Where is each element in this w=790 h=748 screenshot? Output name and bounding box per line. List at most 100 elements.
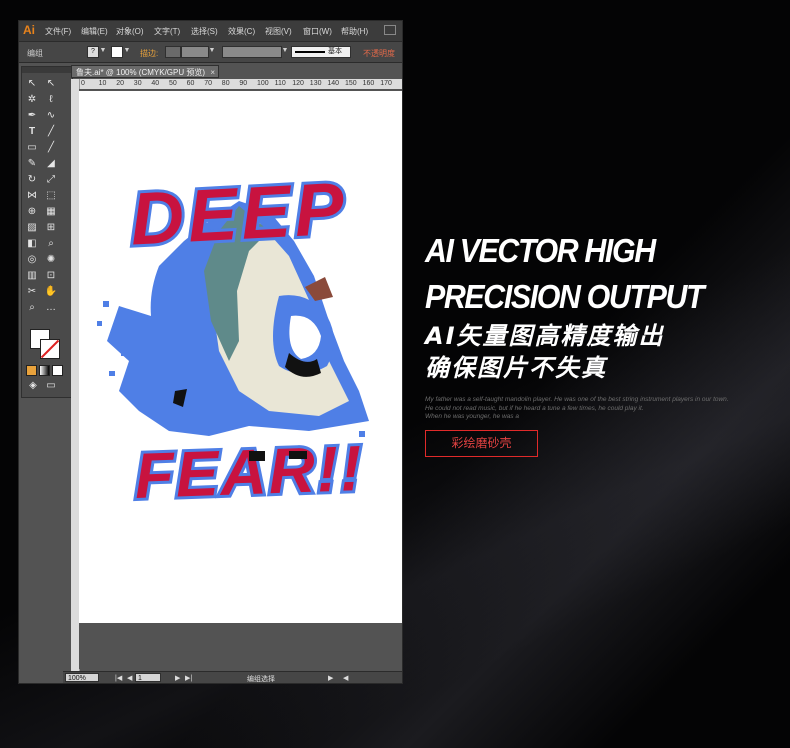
none-mode-icon[interactable] [52,365,63,376]
artboard-tool-icon[interactable]: ⊡ [44,269,58,282]
previous-artboard-icon[interactable]: ◀ [127,674,132,682]
direct-selection-tool-icon[interactable]: ↖ [44,77,58,90]
headline-cn-line-2: 确保图片不失真 [425,354,607,382]
mesh-tool-icon[interactable]: ⊞ [44,221,58,234]
chevron-down-icon[interactable]: ▼ [123,46,131,56]
headline-en-line-2: PRECISION OUTPUT [425,278,705,315]
menu-window[interactable]: 窗口(W) [303,26,332,37]
body-copy: My father was a self-taught mandolin pla… [425,396,785,422]
paintbrush-tool-icon[interactable]: ╱ [44,141,58,154]
rotate-tool-icon[interactable]: ↻ [25,173,39,186]
status-menu-icon[interactable]: ▶ [328,674,333,682]
product-tag-button[interactable]: 彩绘磨砂壳 [425,430,538,457]
curvature-tool-icon[interactable]: ∿ [44,109,58,122]
symbol-sprayer-tool-icon[interactable]: ✺ [44,253,58,266]
selection-type-label: 编组 [27,49,43,58]
column-graph-tool-icon[interactable]: ▥ [25,269,39,282]
selection-tool-icon[interactable]: ↖ [25,77,39,90]
color-mode-icon[interactable] [26,365,37,376]
ai-logo: Ai [23,23,35,37]
ruler-tick-label: 50 [169,80,177,87]
zoom-tool-icon[interactable]: ⌕ [25,301,39,314]
brush-label: 基本 [328,48,342,55]
slice-tool-icon[interactable]: ✂ [25,285,39,298]
first-artboard-icon[interactable]: |◀ [115,674,122,682]
menu-effect[interactable]: 效果(C) [228,26,255,37]
pen-tool-icon[interactable]: ✒ [25,109,39,122]
ruler-tick-label: 100 [257,80,269,87]
canvas-area[interactable]: DEEP FEAR!! [79,89,402,669]
body-line: When he was younger, he was a [425,413,519,420]
menu-view[interactable]: 视图(V) [265,26,292,37]
last-artboard-icon[interactable]: ▶| [185,674,192,682]
zoom-field[interactable]: 100% [65,673,99,682]
opacity-label[interactable]: 不透明度 [363,48,395,59]
chevron-down-icon[interactable]: ▼ [281,46,289,56]
menu-help[interactable]: 帮助(H) [341,26,368,37]
stroke-label[interactable]: 描边: [140,48,158,59]
artboard[interactable]: DEEP FEAR!! [79,91,402,623]
draw-mode-icon[interactable]: ◈ [26,379,40,392]
menu-edit[interactable]: 编辑(E) [81,26,108,37]
next-artboard-icon[interactable]: ▶ [175,674,180,682]
artwork-bottom-text: FEAR!! [133,432,364,512]
artwork-deep-fear[interactable]: DEEP FEAR!! [79,91,402,623]
free-transform-tool-icon[interactable]: ⬚ [44,189,58,202]
stroke-weight-stepper[interactable] [165,46,181,58]
chevron-down-icon[interactable]: ▼ [208,46,216,56]
gradient-tool-icon[interactable]: ◧ [25,237,39,250]
variable-width-dropdown[interactable] [222,46,282,58]
ruler-tick-label: 160 [362,80,375,87]
blend-tool-icon[interactable]: ◎ [25,253,39,266]
menu-object[interactable]: 对象(O) [116,26,144,37]
tool-status-text: 编组选择 [247,676,275,683]
hero-headline: AI VECTOR HIGH PRECISION OUTPUT AI矢量图高精度… [425,228,785,384]
line-tool-icon[interactable]: ╱ [44,125,58,138]
document-tab[interactable]: 鲁夫.ai* @ 100% (CMYK/GPU 预览) × [71,65,219,78]
stroke-swatch-icon[interactable] [111,46,123,58]
ruler-tick-label: 90 [239,80,248,87]
shaper-tool-icon[interactable]: ✎ [25,157,39,170]
scale-tool-icon[interactable]: ⤢ [44,173,58,186]
ruler-tick-label: 80 [221,80,230,87]
chevron-down-icon[interactable]: ▼ [99,46,107,56]
menu-select[interactable]: 选择(S) [191,26,218,37]
tools-panel: ↖ ↖ ✲ ℓ ✒ ∿ T ╱ ▭ ╱ ✎ ◢ ↻ ⤢ ⋈ ⬚ ⊕ ▦ ▨ ⊞ … [21,66,73,398]
shape-builder-tool-icon[interactable]: ⊕ [25,205,39,218]
lasso-tool-icon[interactable]: ℓ [44,93,58,106]
ruler-tick-label: 70 [204,80,212,87]
menu-bar: Ai 文件(F) 编辑(E) 对象(O) 文字(T) 选择(S) 效果(C) 视… [19,21,402,42]
body-line: My father was a self-taught mandolin pla… [425,396,729,403]
width-tool-icon[interactable]: ⋈ [25,189,39,202]
type-tool-icon[interactable]: T [25,125,39,138]
eyedropper-tool-icon[interactable]: ⌕ [44,237,58,250]
ruler-tick-label: 20 [116,80,124,87]
screen-mode-icon[interactable]: ▭ [44,379,58,392]
stroke-preview [295,51,325,53]
stroke-weight-input[interactable] [181,46,209,58]
minimize-icon[interactable] [384,25,396,35]
stroke-color-icon[interactable] [40,339,60,359]
ruler-tick-label: 40 [151,80,160,87]
eraser-tool-icon[interactable]: ◢ [44,157,58,170]
scroll-left-icon[interactable]: ◀ [343,674,348,682]
magic-wand-tool-icon[interactable]: ✲ [25,93,39,106]
ruler-tick-label: 130 [309,80,322,87]
body-line: He could not read music, but if he heard… [425,404,644,412]
live-paint-tool-icon[interactable]: ▦ [44,205,58,218]
panel-grip[interactable] [22,67,72,73]
close-icon[interactable]: × [210,66,215,79]
fill-stroke-widget[interactable] [30,329,60,359]
status-bar: 100% |◀ ◀ 1 ▶ ▶| 编组选择 ▶ ◀ [63,671,402,683]
hand-tool-icon[interactable]: ✋ [44,285,58,298]
fill-swatch-icon[interactable]: ? [87,46,99,58]
menu-file[interactable]: 文件(F) [45,26,71,37]
artboard-number-field[interactable]: 1 [135,673,161,682]
gradient-mode-icon[interactable] [39,365,50,376]
menu-type[interactable]: 文字(T) [154,26,180,37]
edit-toolbar-icon[interactable]: … [44,301,58,314]
perspective-grid-tool-icon[interactable]: ▨ [25,221,39,234]
illustrator-window: Ai 文件(F) 编辑(E) 对象(O) 文字(T) 选择(S) 效果(C) 视… [18,20,403,684]
rectangle-tool-icon[interactable]: ▭ [25,141,39,154]
brush-definition-dropdown[interactable]: 基本 [291,46,351,58]
